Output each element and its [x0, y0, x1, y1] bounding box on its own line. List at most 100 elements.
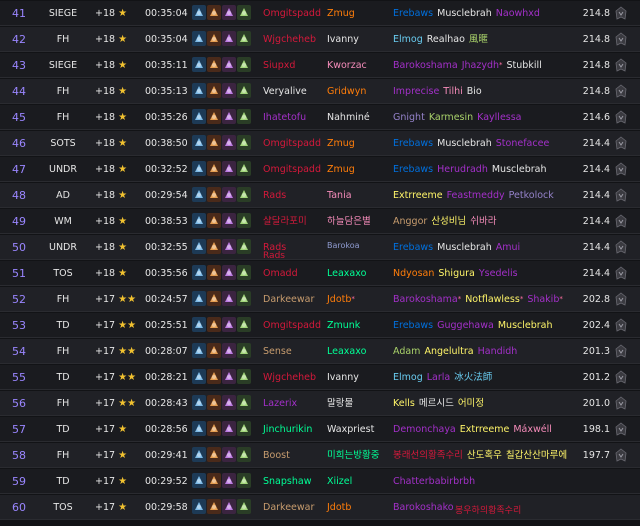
- healer-player[interactable]: Zmug: [327, 1, 355, 26]
- dps-name[interactable]: Anggor: [393, 216, 427, 227]
- healer-name[interactable]: Gridwyn: [327, 86, 366, 97]
- dps-name[interactable]: Musclebrah: [498, 320, 553, 331]
- healer-player[interactable]: Jdotb: [327, 495, 351, 520]
- dps-name[interactable]: 봉래선의황족수리: [393, 450, 463, 461]
- affix-grievous-icon[interactable]: [222, 83, 236, 98]
- affix-bolstering-icon[interactable]: [207, 395, 221, 410]
- healer-name[interactable]: Ivanny: [327, 372, 359, 383]
- dps-name[interactable]: Demonchaya: [393, 424, 456, 435]
- dps-name[interactable]: Adam: [393, 346, 420, 357]
- affix-bolstering-icon[interactable]: [207, 57, 221, 72]
- healer-name[interactable]: Waxpriest: [327, 424, 374, 435]
- healer-player[interactable]: Leaxaxo: [327, 339, 366, 364]
- dungeon-name[interactable]: TOS: [44, 495, 82, 520]
- dps-name[interactable]: Máxwéll: [513, 424, 552, 435]
- dps-player[interactable]: Imprecise: [393, 86, 439, 97]
- dps-player[interactable]: Gnight: [393, 112, 425, 123]
- affix-infested-icon[interactable]: [237, 421, 251, 436]
- affix-infested-icon[interactable]: [237, 187, 251, 202]
- healer-player[interactable]: 말랑물: [327, 391, 353, 416]
- dps-name[interactable]: Ysedelis: [479, 268, 518, 279]
- tank-player[interactable]: Siupxd: [263, 53, 295, 78]
- affix-infested-icon[interactable]: [237, 83, 251, 98]
- affix-infested-icon[interactable]: [237, 447, 251, 462]
- affix-bolstering-icon[interactable]: [207, 421, 221, 436]
- affix-grievous-icon[interactable]: [222, 395, 236, 410]
- affix-fortified-icon[interactable]: [192, 395, 206, 410]
- affix-bolstering-icon[interactable]: [207, 265, 221, 280]
- dungeon-name[interactable]: UNDR: [44, 235, 82, 260]
- dps-name[interactable]: Feastmeddy: [447, 190, 505, 201]
- dps-player[interactable]: Elmog: [393, 372, 423, 383]
- affix-fortified-icon[interactable]: [192, 421, 206, 436]
- affix-infested-icon[interactable]: [237, 213, 251, 228]
- affix-grievous-icon[interactable]: [222, 57, 236, 72]
- affix-grievous-icon[interactable]: [222, 239, 236, 254]
- dps-player[interactable]: Kayllessa: [477, 112, 521, 123]
- dps-player[interactable]: Handidh: [478, 346, 518, 357]
- dps-player[interactable]: Herudradh: [437, 164, 488, 175]
- dps-name[interactable]: Naowhxd: [496, 8, 540, 19]
- leaderboard-row[interactable]: 41 SIEGE +18 ★ 00:35:04 Omgitspadd Zmug Ereba…: [0, 1, 640, 26]
- dps-name[interactable]: Elmog: [393, 34, 423, 45]
- tank-player[interactable]: Jinchurikin: [263, 417, 312, 442]
- leaderboard-row[interactable]: 43 SIEGE +18 ★ 00:35:11 Siupxd Kworzac Baroko…: [0, 53, 640, 78]
- dps-player[interactable]: 風暱: [469, 34, 488, 45]
- dps-name[interactable]: 風暱: [469, 34, 488, 45]
- affix-grievous-icon[interactable]: [222, 187, 236, 202]
- leaderboard-row[interactable]: 58 FH +17 ★ 00:29:41 Boost 미희는방황중 봉래선의황족수리 산도혹…: [0, 443, 640, 468]
- dps-player[interactable]: Demonchaya: [393, 424, 456, 435]
- dps-name[interactable]: Musclebrah: [437, 138, 492, 149]
- dps-player[interactable]: Erebaws: [393, 164, 433, 175]
- healer-name[interactable]: 말랑물: [327, 398, 353, 409]
- dps-player[interactable]: Angelultra: [424, 346, 473, 357]
- tank-player[interactable]: Omgitspadd: [263, 157, 321, 182]
- affix-infested-icon[interactable]: [237, 135, 251, 150]
- dps-player[interactable]: Chatterbabirbrbh: [393, 476, 475, 487]
- leaderboard-row[interactable]: 50 UNDR +18 ★ 00:32:55 Rads Erebaws Musclebra…: [0, 235, 640, 260]
- dps-player[interactable]: Máxwéll: [513, 424, 552, 435]
- dps-name[interactable]: 메르시드: [419, 398, 454, 409]
- dungeon-name[interactable]: FH: [44, 105, 82, 130]
- affix-grievous-icon[interactable]: [222, 5, 236, 20]
- dps-player[interactable]: Feastmeddy: [447, 190, 505, 201]
- dps-player[interactable]: Tilhi: [443, 86, 462, 97]
- leaderboard-row[interactable]: 47 UNDR +18 ★ 00:32:52 Omgitspadd Zmug Erebaw…: [0, 157, 640, 182]
- dps-player[interactable]: 쉬바라: [470, 216, 496, 227]
- affix-grievous-icon[interactable]: [222, 291, 236, 306]
- dps-name[interactable]: Tilhi: [443, 86, 462, 97]
- affix-bolstering-icon[interactable]: [207, 5, 221, 20]
- dps-player[interactable]: Erebaws: [393, 138, 433, 149]
- tank-player[interactable]: Wjgcheheb: [263, 27, 316, 52]
- affix-grievous-icon[interactable]: [222, 135, 236, 150]
- dps-player[interactable]: Karmesin: [429, 112, 473, 123]
- affix-grievous-icon[interactable]: [222, 447, 236, 462]
- dps-player[interactable]: Barokoshama*: [393, 294, 461, 305]
- dungeon-name[interactable]: TD: [44, 313, 82, 338]
- tank-player[interactable]: Omgitspadd: [263, 1, 321, 26]
- affix-fortified-icon[interactable]: [192, 161, 206, 176]
- healer-name[interactable]: Zmug: [327, 8, 355, 19]
- dps-name[interactable]: 칠갑산산마루에: [506, 450, 567, 461]
- affix-infested-icon[interactable]: [237, 317, 251, 332]
- leaderboard-row[interactable]: 52 FH +17 ★★ 00:24:57 Darkeewar Jdotb* Baroko…: [0, 287, 640, 312]
- dps-name[interactable]: 산성비님: [431, 216, 466, 227]
- dps-name[interactable]: Amui: [496, 242, 520, 253]
- affix-grievous-icon[interactable]: [222, 31, 236, 46]
- affix-infested-icon[interactable]: [237, 395, 251, 410]
- dps-name[interactable]: Notflawless: [465, 294, 520, 305]
- dps-name[interactable]: Erebaws: [393, 8, 433, 19]
- affix-bolstering-icon[interactable]: [207, 343, 221, 358]
- affix-bolstering-icon[interactable]: [207, 239, 221, 254]
- dps-name[interactable]: Shakib: [527, 294, 559, 305]
- dps-player[interactable]: Musclebrah: [498, 320, 553, 331]
- affix-bolstering-icon[interactable]: [207, 213, 221, 228]
- healer-player[interactable]: 미희는방황중: [327, 443, 379, 468]
- dps-player[interactable]: Erebaws: [393, 320, 433, 331]
- dps-name[interactable]: Realhao: [427, 34, 465, 45]
- healer-name[interactable]: Zmunk: [327, 320, 360, 331]
- healer-name[interactable]: Jdotb: [327, 294, 351, 305]
- leaderboard-row[interactable]: 44 FH +18 ★ 00:35:13 Veryalive Gridwyn Imprec…: [0, 79, 640, 104]
- dps-player[interactable]: Musclebrah: [437, 242, 492, 253]
- dps-player[interactable]: Erebaws: [393, 242, 433, 253]
